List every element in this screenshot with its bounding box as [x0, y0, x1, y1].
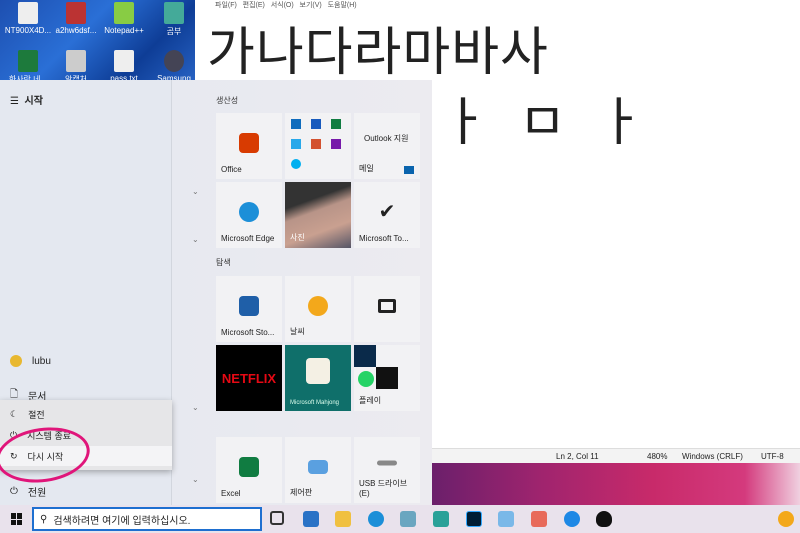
chevron-down-icon[interactable]: ⌄ — [192, 475, 199, 484]
wallpaper — [432, 463, 800, 505]
tile-netflix[interactable]: NETFLIX — [216, 345, 282, 411]
control-panel-icon — [308, 459, 328, 474]
sleep-option[interactable]: ☾ 절전 — [0, 404, 172, 424]
tile-label: USB 드라이브 (E) — [359, 479, 408, 498]
avatar — [10, 355, 22, 367]
hamburger-icon[interactable]: ☰ — [10, 96, 19, 107]
section-explore: 탐색 — [216, 258, 231, 267]
tile-label: 사진 — [290, 233, 305, 242]
section-productivity: 생산성 — [216, 96, 239, 105]
app-icon[interactable] — [531, 511, 547, 527]
tile-label: Microsoft Mahjong — [290, 400, 340, 406]
desktop-icon[interactable]: pass.txt — [100, 50, 148, 83]
tile-excel[interactable]: Excel — [216, 437, 282, 503]
search-icon: ⚲ — [40, 513, 48, 525]
tile-label: Excel — [221, 489, 241, 498]
tile-mahjong[interactable]: Microsoft Mahjong — [285, 345, 351, 411]
app-icon — [376, 367, 398, 389]
edge-icon[interactable] — [368, 511, 384, 527]
tile-label: Microsoft Edge — [221, 234, 275, 243]
weather-icon — [308, 295, 328, 316]
search-input[interactable]: ⚲ 검색하려면 여기에 입력하십시오. — [32, 507, 262, 531]
app-icon[interactable] — [564, 511, 580, 527]
netflix-logo: NETFLIX — [221, 371, 277, 386]
tile-label: Outlook 지원 — [364, 134, 409, 143]
tile-label: 제어판 — [290, 488, 313, 497]
desktop-icon[interactable]: Samsung — [150, 50, 198, 83]
whatsapp-icon — [358, 371, 374, 387]
chevron-down-icon[interactable]: ⌄ — [192, 403, 199, 412]
icon-label: 곰부 — [166, 27, 182, 36]
mail-icon — [404, 166, 414, 174]
tile-store[interactable]: Microsoft Sto... — [216, 276, 282, 342]
desktop-icon[interactable]: NT900X4D... — [4, 2, 52, 35]
tile-label: 날씨 — [290, 327, 305, 336]
weather-icon[interactable] — [778, 511, 794, 527]
user-account[interactable]: lubu — [10, 355, 51, 367]
windows-start-icon[interactable] — [11, 513, 23, 525]
checkmark-icon: ✔ — [378, 200, 396, 223]
tile-play[interactable]: 플레이 — [354, 345, 420, 411]
mail-icon[interactable] — [303, 511, 319, 527]
desktop-icon[interactable]: a2hw6dsf... — [52, 2, 100, 35]
desktop-icon[interactable]: Notepad++ — [100, 2, 148, 35]
mahjong-icon — [306, 358, 330, 385]
desktop: NT900X4D... a2hw6dsf... Notepad++ 곰부 한사랑… — [0, 0, 195, 90]
vpn-icon — [354, 345, 376, 367]
start-title[interactable]: ☰ 시작 — [10, 92, 43, 107]
tile-office[interactable]: Office — [216, 113, 282, 179]
zoom-level: 480% — [647, 452, 668, 461]
tile-control-panel[interactable]: 제어판 — [285, 437, 351, 503]
cursor-position: Ln 2, Col 11 — [556, 452, 599, 461]
moon-icon: ☾ — [10, 408, 19, 419]
desktop-icon[interactable]: 곰부 — [150, 2, 198, 37]
text-line-1[interactable]: 가나다라마바사 — [207, 10, 549, 85]
tile-label: Microsoft To... — [359, 234, 409, 243]
drive-icon — [377, 460, 397, 466]
line-ending: Windows (CRLF) — [682, 452, 743, 461]
store-icon — [239, 295, 259, 316]
security-shield-icon[interactable] — [596, 511, 612, 527]
tile-photos[interactable]: 사진 — [285, 182, 351, 248]
tile-edge[interactable]: Microsoft Edge — [216, 182, 282, 248]
app-icon[interactable] — [433, 511, 449, 527]
edge-icon — [239, 201, 259, 222]
power-icon: ⏻ — [10, 486, 18, 497]
tile-sublabel: 메일 — [359, 164, 374, 173]
excel-icon — [239, 456, 259, 477]
tile-mail[interactable]: Outlook 지원메일 — [354, 113, 420, 179]
tile-usb-drive[interactable]: USB 드라이브 (E) — [354, 437, 420, 503]
control-panel-icon[interactable] — [498, 511, 514, 527]
icon-label: NT900X4D... — [4, 26, 52, 35]
title-label: 시작 — [24, 96, 43, 107]
power-label: 전원 — [27, 488, 47, 499]
tile-label: Microsoft Sto... — [221, 328, 275, 337]
office-icon — [239, 132, 259, 153]
tile-label: 플레이 — [359, 396, 382, 405]
tile-news[interactable] — [354, 276, 420, 342]
power-button[interactable]: ⏻ 전원 — [10, 484, 46, 499]
chevron-down-icon[interactable]: ⌄ — [192, 235, 199, 244]
user-label: lubu — [32, 355, 51, 367]
icon-label: a2hw6dsf... — [55, 26, 97, 35]
tile-weather[interactable]: 날씨 — [285, 276, 351, 342]
office-apps-icons — [291, 119, 341, 169]
encoding: UTF-8 — [761, 452, 784, 461]
tile-label: Office — [221, 165, 242, 174]
task-view-icon[interactable] — [270, 511, 284, 525]
search-placeholder: 검색하려면 여기에 입력하십시오. — [53, 515, 191, 527]
app-icon[interactable] — [400, 511, 416, 527]
photoshop-icon[interactable] — [466, 511, 482, 527]
taskbar: ⚲ 검색하려면 여기에 입력하십시오. — [0, 505, 800, 533]
option-label: 절전 — [28, 409, 45, 420]
chevron-down-icon[interactable]: ⌄ — [192, 187, 199, 196]
tile-office-apps[interactable] — [285, 113, 351, 179]
menu-bar[interactable]: 파일(F) 편집(E) 서식(O) 보기(V) 도움말(H) — [195, 0, 800, 9]
file-explorer-icon[interactable] — [335, 511, 351, 527]
news-icon — [378, 298, 396, 313]
icon-label: Notepad++ — [104, 26, 144, 35]
tile-todo[interactable]: ✔ Microsoft To... — [354, 182, 420, 248]
